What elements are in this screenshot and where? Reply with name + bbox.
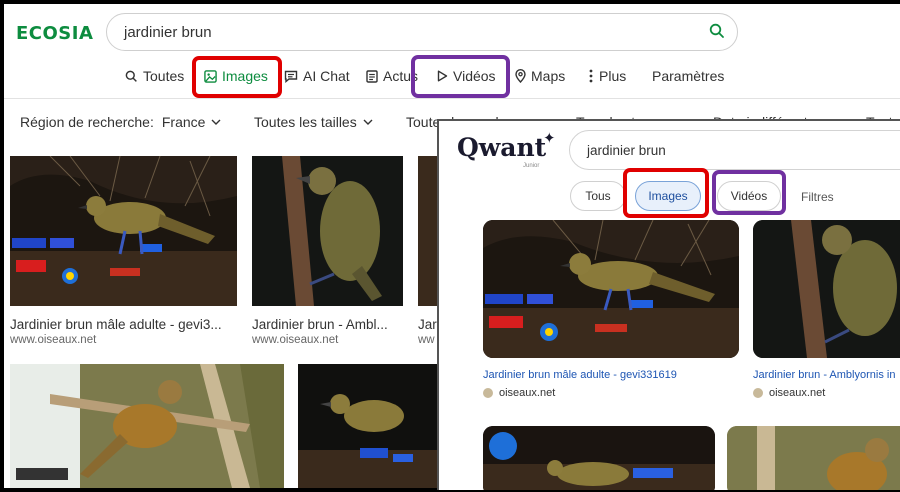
header-divider: [4, 98, 900, 99]
more-vertical-icon: [589, 69, 593, 83]
tab-videos[interactable]: Vidéos: [717, 181, 781, 211]
qwant-window: Qwant ✦ Junior jardinier brun Tous Image…: [437, 119, 900, 490]
bowerbird-photo: [252, 156, 403, 306]
tab-videos-label: Vidéos: [730, 189, 768, 203]
result-image[interactable]: [298, 364, 438, 488]
ecosia-logo[interactable]: ECOSIA: [16, 23, 93, 44]
tab-all[interactable]: Toutes: [125, 64, 184, 88]
news-icon: [366, 69, 378, 83]
qwant-logo[interactable]: Qwant: [457, 133, 546, 162]
map-pin-icon: [515, 69, 526, 83]
bowerbird-photo: [10, 364, 284, 488]
bowerbird-photo: [10, 156, 237, 306]
result-image[interactable]: [753, 220, 900, 358]
tab-maps-label: Maps: [531, 68, 566, 84]
result-title[interactable]: Jardinier brun - Ambl...: [252, 317, 412, 332]
tab-images-label: Images: [222, 68, 268, 84]
region-filter-value: France: [161, 114, 206, 130]
search-input-value: jardinier brun: [124, 24, 212, 41]
result-image[interactable]: [252, 156, 403, 306]
play-icon: [437, 70, 448, 82]
tab-videos[interactable]: Vidéos: [437, 64, 496, 88]
result-source[interactable]: www.oiseaux.net: [252, 334, 412, 346]
tab-more[interactable]: Plus: [588, 64, 626, 88]
result-image[interactable]: [727, 426, 900, 490]
tab-images-label: Images: [648, 189, 688, 203]
result-image[interactable]: [10, 156, 237, 306]
result-title[interactable]: Jardinier brun mâle adulte - gevi331619: [483, 369, 739, 381]
bowerbird-photo: [753, 220, 900, 358]
bowerbird-photo: [298, 364, 438, 488]
search-icon[interactable]: [709, 23, 725, 44]
search-input-value: jardinier brun: [587, 143, 666, 158]
tab-more-label: Plus: [599, 68, 627, 84]
filters-button[interactable]: Filtres: [801, 190, 834, 204]
tab-news-label: Actus: [383, 68, 419, 84]
qwant-logo-subtitle: Junior: [523, 163, 540, 169]
tab-settings[interactable]: Paramètres: [652, 64, 724, 88]
chat-icon: [284, 70, 298, 83]
tab-images[interactable]: Images: [204, 64, 268, 88]
tab-ai-chat[interactable]: AI Chat: [284, 64, 350, 88]
site-favicon-icon: [753, 388, 763, 398]
region-filter[interactable]: Région de recherche: France: [20, 113, 221, 131]
chevron-down-icon: [211, 119, 221, 125]
result-source[interactable]: www.oiseaux.net: [10, 334, 238, 346]
result-image[interactable]: [483, 220, 739, 358]
result-image[interactable]: [483, 426, 715, 490]
bowerbird-photo: [727, 426, 900, 490]
tab-all[interactable]: Tous: [570, 181, 626, 211]
site-favicon-icon: [483, 388, 493, 398]
tab-images[interactable]: Images: [635, 181, 701, 211]
tab-all-label: Tous: [585, 189, 611, 203]
tab-news[interactable]: Actus: [366, 64, 418, 88]
result-title[interactable]: Jardinier brun - Amblyornis in: [753, 369, 900, 381]
search-icon: [125, 70, 137, 82]
result-image[interactable]: [10, 364, 284, 488]
chevron-down-icon: [363, 119, 373, 125]
tab-maps[interactable]: Maps: [515, 64, 565, 88]
image-icon: [204, 69, 217, 83]
tab-settings-label: Paramètres: [652, 68, 725, 84]
bowerbird-photo: [483, 426, 715, 490]
result-source-label: oiseaux.net: [499, 387, 556, 399]
tab-all-label: Toutes: [143, 68, 185, 84]
tab-videos-label: Vidéos: [453, 68, 496, 84]
result-source[interactable]: oiseaux.net: [753, 387, 825, 399]
bowerbird-photo: [483, 220, 739, 358]
result-source[interactable]: oiseaux.net: [483, 387, 555, 399]
result-source-label: oiseaux.net: [769, 387, 826, 399]
region-filter-label: Région de recherche:: [20, 114, 154, 130]
search-input[interactable]: jardinier brun: [106, 13, 738, 51]
size-filter-label: Toutes les tailles: [254, 114, 357, 130]
result-title[interactable]: Jardinier brun mâle adulte - gevi3...: [10, 317, 238, 332]
qwant-logo-star: ✦: [543, 130, 556, 147]
tab-ai-chat-label: AI Chat: [303, 68, 350, 84]
size-filter[interactable]: Toutes les tailles: [254, 113, 373, 131]
search-input[interactable]: jardinier brun: [569, 130, 900, 170]
